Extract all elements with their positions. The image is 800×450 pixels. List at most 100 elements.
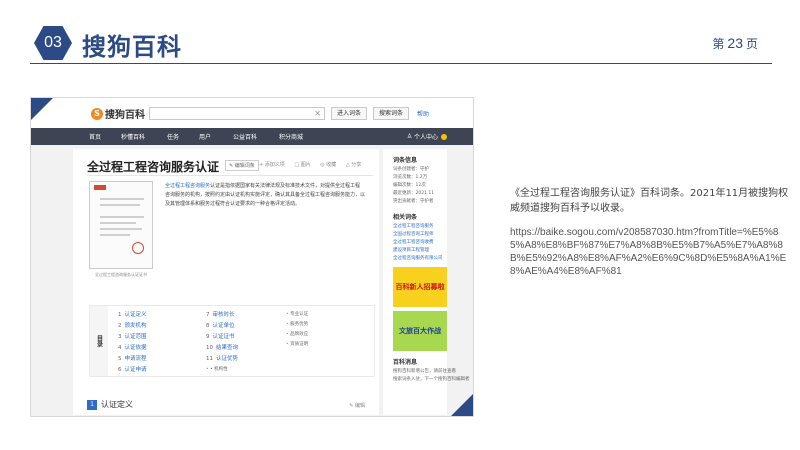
certificate-line: [100, 204, 140, 206]
table-of-contents: 目录 1 认证定义 2 颁发机构 3 认证范围 4 认证依据 5 申请流程 6 认证申请 7…: [89, 305, 375, 377]
toc-item[interactable]: 6 认证申请: [118, 365, 147, 376]
sidebar-news-row[interactable]: 搜狗百科新增公告，请前往查看: [393, 368, 456, 376]
article-toolbar: + 添加义项 □ 图片 ◎ 收藏 △ 分享: [259, 161, 369, 168]
toc-column-2: 7审核时长 8认证单位 9认证证书 10结果查询 11认证优势 • 机构性: [206, 310, 238, 375]
section-number: 03: [44, 34, 62, 51]
sidebar-info-row: 编辑次数：12次: [393, 183, 426, 188]
toc-item[interactable]: 3 认证范围: [118, 332, 147, 343]
certificate-badge: [94, 185, 106, 190]
related-entry-link[interactable]: 全过程咨询服务有限公司: [393, 255, 447, 263]
toc-column-1: 1 认证定义 2 颁发机构 3 认证范围 4 认证依据 5 申请流程 6 认证申请: [118, 310, 147, 376]
corner-accent-top-left: [31, 98, 53, 120]
sidebar-info-row: 突出贡献者：守护者: [393, 199, 434, 204]
toc-subitem[interactable]: • 机构性: [206, 365, 238, 375]
toc-number: 10: [206, 345, 213, 351]
user-center-label: 个人中心: [413, 134, 438, 141]
campaign-banner[interactable]: 文旅百大作战: [393, 311, 447, 351]
logo-text: 搜狗百科: [105, 110, 145, 121]
related-entry-link[interactable]: 全国过程咨询工程师: [393, 231, 447, 239]
edit-entry-button[interactable]: ✎ 编辑词条: [225, 160, 259, 171]
toc-number: 9: [206, 334, 210, 340]
clear-icon[interactable]: ✕: [314, 109, 321, 118]
site-topbar: S 搜狗百科 ✕ 进入词条 搜索词条 帮助: [31, 98, 473, 128]
browser-screenshot: S 搜狗百科 ✕ 进入词条 搜索词条 帮助 首页 秒懂百科 任务 用户 公益百科…: [30, 97, 474, 417]
favorite-button[interactable]: ◎ 收藏: [320, 162, 336, 168]
certificate-line: [100, 216, 144, 218]
nav-tasks[interactable]: 任务: [167, 132, 179, 141]
toc-number: 4: [118, 345, 122, 351]
certificate-image[interactable]: [89, 181, 153, 269]
site-logo[interactable]: S 搜狗百科: [91, 106, 145, 121]
toc-item[interactable]: 4 认证依据: [118, 343, 147, 354]
section-heading: 1 认证定义: [87, 399, 133, 410]
related-entry-link[interactable]: 全过程工程咨询收费: [393, 239, 447, 247]
related-entry-link[interactable]: 全过程工程咨询服务: [393, 223, 447, 231]
nav-charity[interactable]: 公益百科: [233, 132, 257, 141]
toc-item[interactable]: 11 认证优势: [206, 354, 238, 365]
toc-item[interactable]: 2 颁发机构: [118, 321, 147, 332]
toc-number: 7: [206, 312, 210, 318]
search-entry-button[interactable]: 搜索词条: [373, 107, 409, 120]
user-center-link[interactable]: ♙ 个人中心: [407, 132, 447, 141]
section-number-box: 1: [87, 399, 97, 410]
site-nav: 首页 秒懂百科 任务 用户 公益百科 积分商城 ♙ 个人中心: [31, 128, 473, 145]
toc-column-3: 专业认证 服务优势 品牌效应 资质证明: [286, 310, 308, 350]
toc-subitem[interactable]: 专业认证: [286, 310, 308, 320]
toc-item[interactable]: 9 认证证书: [206, 332, 238, 343]
toc-subitem[interactable]: 服务优势: [286, 320, 308, 330]
recruit-banner[interactable]: 百科新人招募啦: [393, 267, 447, 307]
help-link[interactable]: 帮助: [417, 109, 429, 118]
toc-number: 6: [118, 367, 122, 373]
share-button[interactable]: △ 分享: [346, 162, 361, 168]
section-title: 认证定义: [101, 400, 133, 409]
edit-entry-label: 编辑词条: [234, 163, 255, 169]
page-number: 第 23 页: [712, 35, 758, 52]
certificate-line: [100, 228, 142, 230]
toc-item[interactable]: 8 认证单位: [206, 321, 238, 332]
related-entry-link[interactable]: 建设项目工程管理: [393, 247, 447, 255]
intro-link[interactable]: 全过程工程咨询服务: [165, 183, 210, 189]
toc-item[interactable]: 7 审核时长: [206, 310, 238, 321]
sidebar-info-row: 浏览次数：1.2万: [393, 175, 428, 180]
toc-number: 11: [206, 356, 213, 362]
corner-accent-bottom-right: [451, 394, 473, 416]
sidebar-news-row[interactable]: 搜索词条入驻，下一个搜狗百科编辑者: [393, 376, 470, 384]
toc-label: 认证证书: [212, 334, 235, 340]
toc-label: 申请流程: [124, 356, 147, 362]
certificate-line: [100, 198, 144, 200]
toc-tag: 目录: [90, 306, 108, 376]
title-divider: [87, 175, 373, 176]
images-button[interactable]: □ 图片: [294, 162, 310, 168]
toc-item[interactable]: 1 认证定义: [118, 310, 147, 321]
toc-label: 认证优势: [216, 356, 239, 362]
toc-label: 审核时长: [212, 312, 235, 318]
slide-header: 03 搜狗百科 第 23 页: [0, 0, 800, 70]
toc-number: 1: [118, 312, 122, 318]
avatar: [441, 133, 447, 140]
add-sense-button[interactable]: + 添加义项: [259, 162, 285, 168]
page-suffix: 页: [745, 37, 758, 51]
nav-points-mall[interactable]: 积分商城: [279, 132, 303, 141]
toc-label: 认证依据: [124, 345, 147, 351]
toc-number: 3: [118, 334, 122, 340]
toc-subitem[interactable]: 资质证明: [286, 340, 308, 350]
article-panel: 全过程工程咨询服务认证 ✎ 编辑词条 + 添加义项 □ 图片 ◎ 收藏 △ 分享…: [73, 149, 379, 415]
toc-item[interactable]: 5 申请流程: [118, 354, 147, 365]
certificate-line: [100, 222, 136, 224]
section-edit-button[interactable]: ✎ 编辑: [349, 402, 365, 409]
nav-video[interactable]: 秒懂百科: [121, 132, 145, 141]
toc-number: 8: [206, 323, 210, 329]
nav-home[interactable]: 首页: [89, 132, 101, 141]
toc-label: 认证申请: [124, 367, 147, 373]
article-title: 全过程工程咨询服务认证: [87, 160, 220, 174]
page-prefix: 第: [712, 37, 725, 51]
enter-entry-button[interactable]: 进入词条: [331, 107, 367, 120]
page-number-value: 23: [727, 35, 743, 51]
sidebar-related-heading: 相关词条: [393, 214, 418, 221]
toc-subitem[interactable]: 品牌效应: [286, 330, 308, 340]
toc-item[interactable]: 10 结果查询: [206, 343, 238, 354]
nav-users[interactable]: 用户: [199, 132, 211, 141]
search-input[interactable]: ✕: [149, 107, 325, 120]
entry-url[interactable]: https://baike.sogou.com/v208587030.htm?f…: [510, 226, 790, 278]
sidebar-news-heading: 百科消息: [393, 359, 418, 366]
